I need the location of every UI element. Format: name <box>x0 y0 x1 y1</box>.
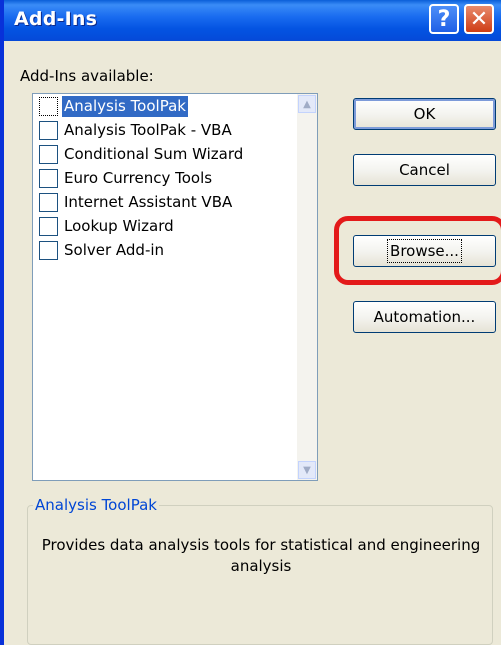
checkbox[interactable] <box>39 217 58 236</box>
list-item[interactable]: Internet Assistant VBA <box>39 191 234 214</box>
checkbox[interactable] <box>39 169 58 188</box>
description-text: Provides data analysis tools for statist… <box>41 536 481 575</box>
checkbox[interactable] <box>39 145 58 164</box>
close-icon[interactable]: ✕ <box>464 4 494 34</box>
dialog-body: Add-Ins available: Analysis ToolPak Anal… <box>8 41 501 645</box>
automation-button[interactable]: Automation... <box>353 301 496 333</box>
checkbox[interactable] <box>39 241 58 260</box>
list-item-label: Internet Assistant VBA <box>64 193 233 211</box>
list-item-label: Lookup Wizard <box>64 217 174 235</box>
list-item[interactable]: Conditional Sum Wizard <box>39 143 245 166</box>
checkbox[interactable] <box>39 121 58 140</box>
list-item-label: Analysis ToolPak <box>62 96 188 117</box>
ok-button[interactable]: OK <box>353 98 496 130</box>
checkbox[interactable] <box>39 193 58 212</box>
list-item-label: Solver Add-in <box>64 241 165 259</box>
addins-listbox[interactable]: Analysis ToolPak Analysis ToolPak - VBA … <box>32 93 318 481</box>
list-item[interactable]: Euro Currency Tools <box>39 167 214 190</box>
browse-highlight-annotation <box>334 216 501 285</box>
description-title: Analysis ToolPak <box>33 496 159 514</box>
add-ins-dialog: Add-Ins ? ✕ Add-Ins available: Analysis … <box>0 0 501 645</box>
list-item[interactable]: Analysis ToolPak - VBA <box>39 119 234 142</box>
list-item-label: Analysis ToolPak - VBA <box>64 121 232 139</box>
list-item[interactable]: Lookup Wizard <box>39 215 176 238</box>
list-item[interactable]: Analysis ToolPak <box>39 95 188 118</box>
dialog-title: Add-Ins <box>14 8 98 30</box>
help-icon[interactable]: ? <box>429 4 459 34</box>
scroll-up-icon[interactable]: ▲ <box>298 95 316 113</box>
list-item-label: Conditional Sum Wizard <box>64 145 244 163</box>
addins-available-label: Add-Ins available: <box>20 67 154 85</box>
listbox-scrollbar[interactable]: ▲ ▼ <box>297 94 317 480</box>
scroll-down-icon[interactable]: ▼ <box>298 461 316 479</box>
title-bar[interactable]: Add-Ins ? ✕ <box>4 0 501 41</box>
checkbox[interactable] <box>39 97 58 116</box>
cancel-button[interactable]: Cancel <box>353 154 496 186</box>
list-item[interactable]: Solver Add-in <box>39 239 166 262</box>
list-item-label: Euro Currency Tools <box>64 169 213 187</box>
